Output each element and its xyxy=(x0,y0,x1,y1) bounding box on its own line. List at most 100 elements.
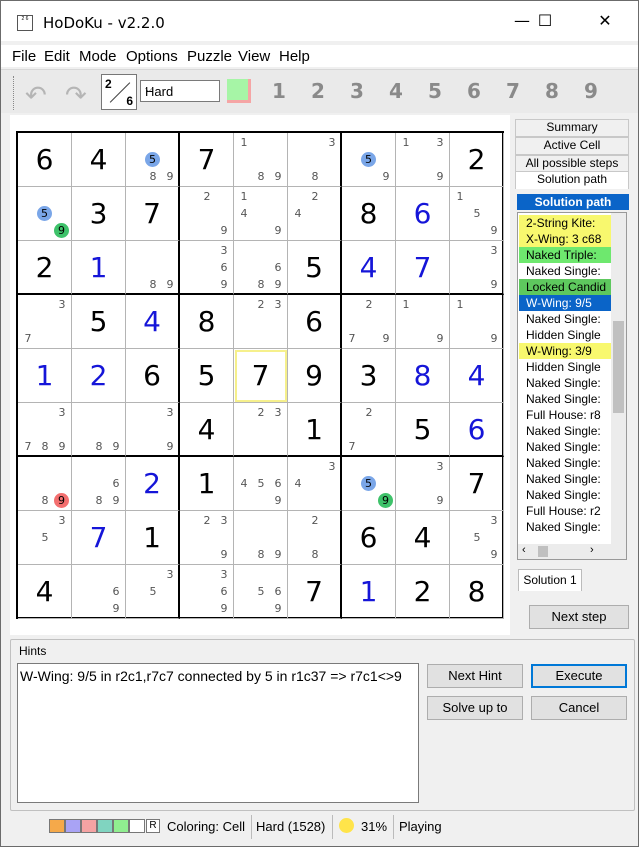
sudoku-grid[interactable]: 6458971893859139259372914924861592189369… xyxy=(16,131,504,619)
cell-r4c8[interactable]: 19 xyxy=(396,295,450,349)
filter-digit-1[interactable]: 1 xyxy=(264,79,294,103)
color-swatch-button[interactable] xyxy=(227,79,251,103)
cell-r1c9[interactable]: 2 xyxy=(450,133,504,187)
solution-step[interactable]: Naked Single: xyxy=(519,263,611,279)
cell-r2c8[interactable]: 6 xyxy=(396,187,450,241)
cell-r4c6[interactable]: 6 xyxy=(288,295,342,349)
cell-r4c5[interactable]: 23 xyxy=(234,295,288,349)
cell-r2c7[interactable]: 8 xyxy=(342,187,396,241)
cell-r3c2[interactable]: 1 xyxy=(72,241,126,295)
filter-digit-5[interactable]: 5 xyxy=(420,79,450,103)
cancel-button[interactable]: Cancel xyxy=(531,696,627,720)
cell-r1c5[interactable]: 1 89 xyxy=(234,133,288,187)
tab-summary[interactable]: Summary xyxy=(515,119,629,137)
filter-digit-9[interactable]: 9 xyxy=(576,79,606,103)
solution-step[interactable]: Full House: r2 xyxy=(519,503,611,519)
cell-r3c7[interactable]: 4 xyxy=(342,241,396,295)
color-swatch-orange[interactable] xyxy=(49,819,65,833)
cell-r1c7[interactable]: 59 xyxy=(342,133,396,187)
filter-digit-8[interactable]: 8 xyxy=(537,79,567,103)
cell-r5c6[interactable]: 9 xyxy=(288,349,342,403)
cell-r2c9[interactable]: 159 xyxy=(450,187,504,241)
cell-r9c4[interactable]: 3 6 9 xyxy=(180,565,234,619)
execute-button[interactable]: Execute xyxy=(531,664,627,688)
cell-r3c6[interactable]: 5 xyxy=(288,241,342,295)
vertical-scrollbar[interactable] xyxy=(611,213,626,545)
cell-r8c7[interactable]: 6 xyxy=(342,511,396,565)
cell-r8c5[interactable]: 89 xyxy=(234,511,288,565)
solution-step[interactable]: Hidden Single xyxy=(519,359,611,375)
cell-r8c2[interactable]: 7 xyxy=(72,511,126,565)
cell-r6c3[interactable]: 39 xyxy=(126,403,180,457)
cell-r2c6[interactable]: 24 xyxy=(288,187,342,241)
cell-r2c5[interactable]: 1 4 9 xyxy=(234,187,288,241)
cell-r7c7[interactable]: 59 xyxy=(342,457,396,511)
cell-r7c3[interactable]: 2 xyxy=(126,457,180,511)
solution-step[interactable]: Naked Single: xyxy=(519,391,611,407)
cell-r7c4[interactable]: 1 xyxy=(180,457,234,511)
cell-r5c1[interactable]: 1 xyxy=(18,349,72,403)
cell-r4c9[interactable]: 19 xyxy=(450,295,504,349)
menu-mode[interactable]: Mode xyxy=(79,48,117,65)
cell-r8c6[interactable]: 28 xyxy=(288,511,342,565)
color-swatch-green[interactable] xyxy=(113,819,129,833)
cell-r6c2[interactable]: 89 xyxy=(72,403,126,457)
cell-r7c1[interactable]: 89 xyxy=(18,457,72,511)
menu-puzzle[interactable]: Puzzle xyxy=(187,48,232,65)
redo-icon[interactable]: ↷ xyxy=(65,81,87,111)
cell-r7c8[interactable]: 39 xyxy=(396,457,450,511)
solution-step[interactable]: Naked Single: xyxy=(519,487,611,503)
solution-step[interactable]: Naked Triple: xyxy=(519,247,611,263)
menu-view[interactable]: View xyxy=(238,48,270,65)
cell-r7c9[interactable]: 7 xyxy=(450,457,504,511)
undo-icon[interactable]: ↶ xyxy=(25,81,47,111)
cell-r1c6[interactable]: 38 xyxy=(288,133,342,187)
cell-r9c9[interactable]: 8 xyxy=(450,565,504,619)
solution-step[interactable]: X-Wing: 3 c68 xyxy=(519,231,611,247)
cell-r5c2[interactable]: 2 xyxy=(72,349,126,403)
cell-r3c1[interactable]: 2 xyxy=(18,241,72,295)
next-step-button[interactable]: Next step xyxy=(529,605,629,629)
filter-digit-6[interactable]: 6 xyxy=(459,79,489,103)
cell-r1c2[interactable]: 4 xyxy=(72,133,126,187)
scroll-left-icon[interactable]: ‹ xyxy=(522,544,526,556)
scroll-thumb[interactable] xyxy=(613,321,624,413)
cell-r2c1[interactable]: 59 xyxy=(18,187,72,241)
color-swatch-teal[interactable] xyxy=(97,819,113,833)
cell-r6c5[interactable]: 23 xyxy=(234,403,288,457)
cell-r5c3[interactable]: 6 xyxy=(126,349,180,403)
maximize-button[interactable]: ☐ xyxy=(522,1,568,41)
cell-r9c7[interactable]: 1 xyxy=(342,565,396,619)
tab-active-cell[interactable]: Active Cell xyxy=(515,137,629,155)
cell-r6c7[interactable]: 27 xyxy=(342,403,396,457)
cell-r9c5[interactable]: 56 9 xyxy=(234,565,288,619)
cell-r3c4[interactable]: 3 6 9 xyxy=(180,241,234,295)
menu-options[interactable]: Options xyxy=(126,48,178,65)
solve-up-to-button[interactable]: Solve up to xyxy=(427,696,523,720)
solution-step[interactable]: Naked Single: xyxy=(519,423,611,439)
filter-digit-7[interactable]: 7 xyxy=(498,79,528,103)
solution-step[interactable]: Naked Single: xyxy=(519,455,611,471)
scroll-thumb[interactable] xyxy=(538,546,548,557)
cell-r8c8[interactable]: 4 xyxy=(396,511,450,565)
cell-r9c2[interactable]: 69 xyxy=(72,565,126,619)
tab-solution-path[interactable]: Solution path xyxy=(515,171,629,189)
menu-help[interactable]: Help xyxy=(279,48,310,65)
cell-r4c7[interactable]: 2 7 9 xyxy=(342,295,396,349)
solution-steps-list[interactable]: Naked Single: Full House: r2 Naked Single:… xyxy=(517,212,627,560)
cell-r3c9[interactable]: 39 xyxy=(450,241,504,295)
solution-step[interactable]: Naked Single: xyxy=(519,311,611,327)
cell-r7c2[interactable]: 689 xyxy=(72,457,126,511)
solution-step[interactable]: Naked Single: xyxy=(519,439,611,455)
solution-step[interactable]: Naked Single: xyxy=(519,471,611,487)
cell-r9c8[interactable]: 2 xyxy=(396,565,450,619)
cell-r9c3[interactable]: 35 xyxy=(126,565,180,619)
horizontal-scrollbar[interactable]: ‹ › xyxy=(518,544,626,559)
solution-step[interactable]: Full House: r8 xyxy=(519,407,611,423)
filter-digit-3[interactable]: 3 xyxy=(342,79,372,103)
solution-step[interactable]: W-Wing: 9/5 xyxy=(519,295,611,311)
cell-r4c4[interactable]: 8 xyxy=(180,295,234,349)
cell-r8c1[interactable]: 35 xyxy=(18,511,72,565)
cell-r7c5[interactable]: 456 9 xyxy=(234,457,288,511)
cell-r6c6[interactable]: 1 xyxy=(288,403,342,457)
